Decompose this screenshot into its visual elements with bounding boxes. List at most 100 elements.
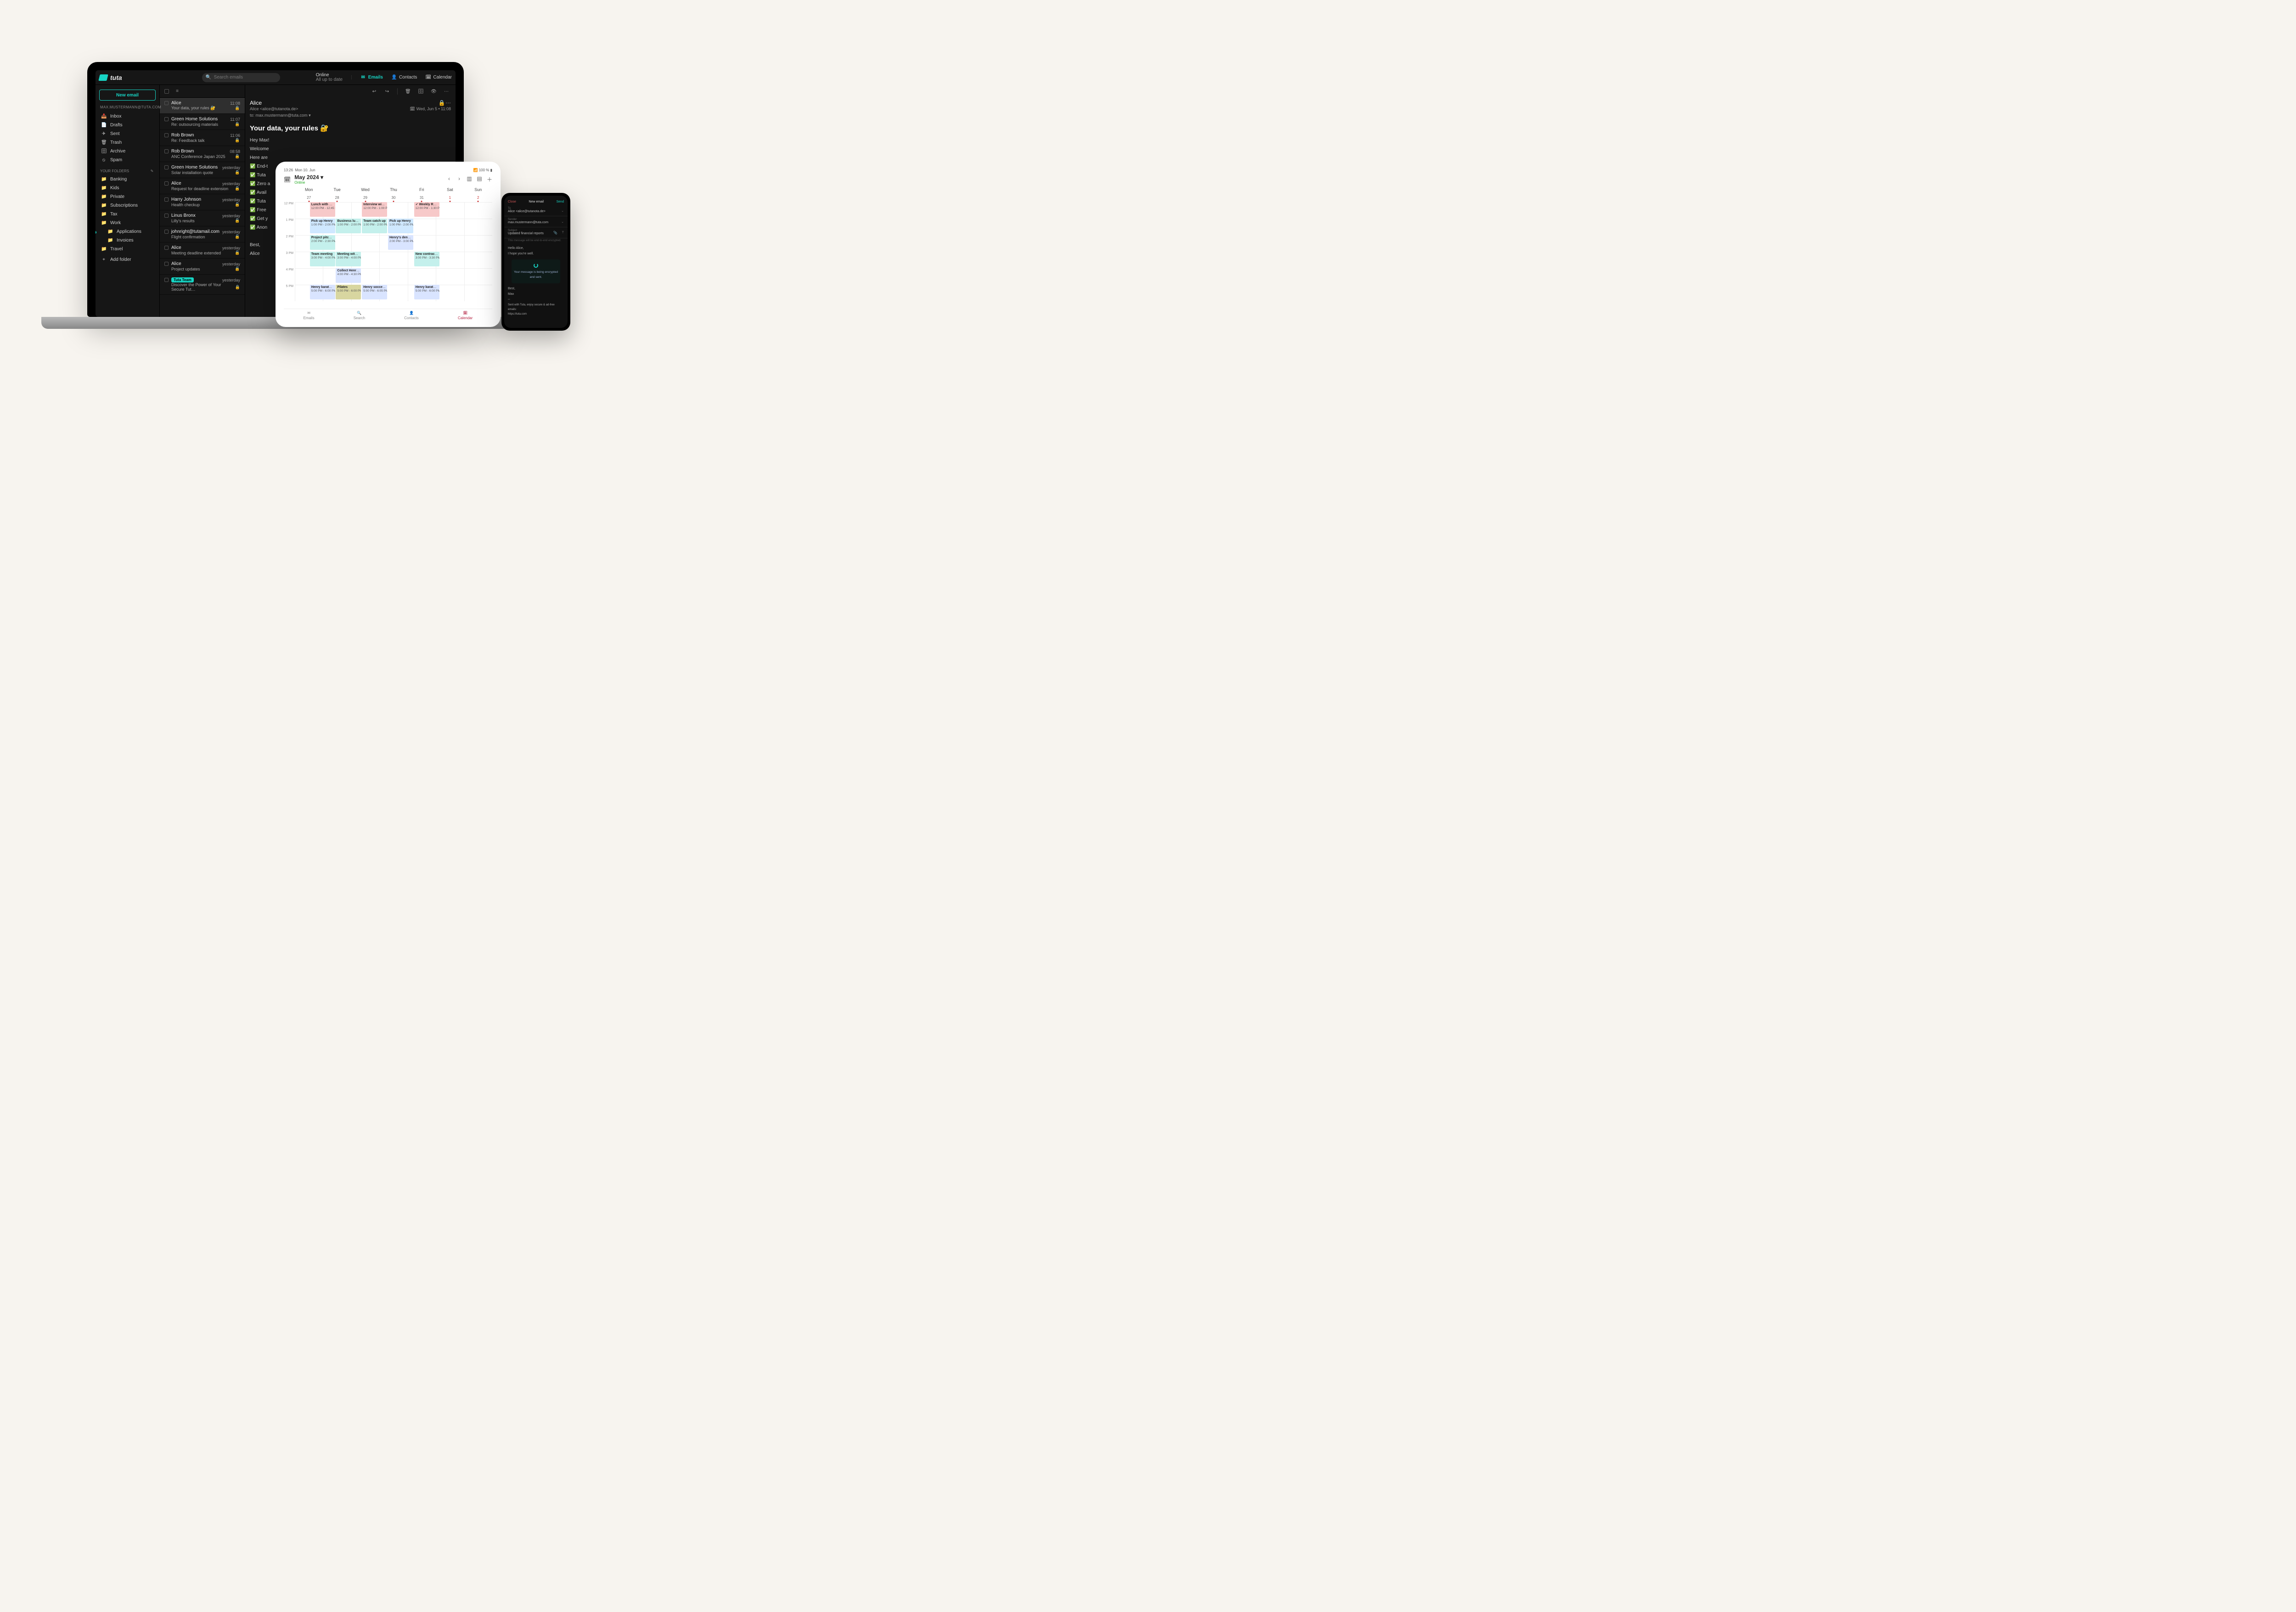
compose-body[interactable]: Hello Alice, I hope you're well. Your me…	[504, 243, 568, 328]
delete-icon[interactable]: 🗑	[405, 89, 411, 94]
unread-icon[interactable]: 👁	[431, 89, 436, 94]
mail-item[interactable]: Alice yesterday Meeting deadline extende…	[160, 242, 245, 259]
cal-slot[interactable]	[436, 219, 464, 235]
mail-item[interactable]: Rob Brown 08:58 ANC Conference Japan 202…	[160, 146, 245, 162]
cal-daynum[interactable]: 30	[379, 196, 407, 202]
folder-travel[interactable]: 📁Travel	[99, 245, 156, 254]
reply-icon[interactable]: ↩	[371, 89, 377, 94]
reader-menu-icon[interactable]: ⋯	[445, 100, 451, 106]
calendar-event[interactable]: Henry karate class5:00 PM - 6:00 PM	[310, 285, 335, 299]
calendar-event[interactable]: Project pitch meeting2:00 PM - 2:30 PM	[310, 235, 335, 250]
cal-daynum[interactable]: 29	[351, 196, 379, 202]
cal-slot[interactable]	[408, 268, 436, 285]
folder-private[interactable]: 📁Private	[99, 192, 156, 201]
add-folder[interactable]: + Add folder	[99, 255, 156, 264]
calendar-event[interactable]: ✓ Weekly Report12:00 PM - 1:30 PM	[414, 202, 439, 217]
nav-calendar[interactable]: 🗓 Calendar	[425, 75, 452, 80]
cal-prev-icon[interactable]: ‹	[446, 175, 452, 183]
compose-button[interactable]: New email	[99, 90, 156, 101]
folder-work[interactable]: 📁Work	[99, 219, 156, 227]
calendar-event[interactable]: Team meeting3:00 PM - 4:00 PM	[310, 252, 335, 266]
calendar-month[interactable]: May 2024	[294, 174, 319, 180]
calendar-event[interactable]: Team catch up1:00 PM - 2:00 PM	[362, 219, 387, 233]
mail-checkbox[interactable]	[164, 165, 169, 169]
close-button[interactable]: Close	[508, 200, 516, 203]
filter-icon[interactable]: ≡	[174, 89, 180, 94]
mail-item[interactable]: Alice yesterday Project updates 🔒	[160, 259, 245, 275]
folder-spam[interactable]: ⦸Spam	[99, 156, 156, 164]
cal-slot[interactable]	[379, 268, 407, 285]
cal-today-icon[interactable]: ▥	[467, 175, 472, 183]
mail-item[interactable]: Green Home Solutions 11:07 Re: outsourci…	[160, 114, 245, 130]
cal-next-icon[interactable]: ›	[456, 175, 462, 183]
folder-banking[interactable]: 📁Banking	[99, 175, 156, 184]
calendar-event[interactable]: Business lunch @ The Harp1:00 PM - 2:00 …	[336, 219, 361, 233]
calendar-event[interactable]: Pick up Henry1:00 PM - 2:00 PM	[388, 219, 413, 233]
calendar-event[interactable]: Collect Henry from …4:00 PM - 4:30 PM	[336, 268, 361, 283]
folder-invoices[interactable]: 📁Invoices	[99, 236, 156, 245]
mail-checkbox[interactable]	[164, 262, 169, 266]
cal-slot[interactable]	[436, 285, 464, 301]
mail-checkbox[interactable]	[164, 214, 169, 218]
to-field[interactable]: To Alice <alice@tutanota.de> ⌄	[504, 205, 568, 216]
cal-daynum[interactable]: 28	[323, 196, 351, 202]
calendar-event[interactable]: Meeting with Joe3:00 PM - 4:00 PM	[336, 252, 361, 266]
cal-slot[interactable]	[295, 268, 323, 285]
cal-daynum[interactable]: 2	[464, 196, 492, 202]
calendar-event[interactable]: Henry's dentist appointment2:00 PM - 3:0…	[388, 235, 413, 250]
select-all-checkbox[interactable]	[164, 89, 169, 94]
folder-kids[interactable]: 📁Kids	[99, 184, 156, 192]
folder-subscriptions[interactable]: 📁Subscriptions	[99, 201, 156, 210]
tab-contacts[interactable]: 👤 Contacts	[404, 311, 419, 322]
tab-search[interactable]: 🔍 Search	[354, 311, 365, 322]
folder-archive[interactable]: 🗄Archive	[99, 147, 156, 156]
cal-slot[interactable]	[436, 268, 464, 285]
reader-to-line[interactable]: to: max.mustermann@tuta.com ▾	[250, 113, 311, 119]
mail-checkbox[interactable]	[164, 117, 169, 121]
mail-checkbox[interactable]	[164, 181, 169, 186]
search-input[interactable]: 🔍 Search emails	[202, 73, 280, 82]
calendar-event[interactable]: Henry soccer practice5:00 PM - 6:05 PM	[362, 285, 387, 299]
mail-checkbox[interactable]	[164, 149, 169, 153]
mail-checkbox[interactable]	[164, 133, 169, 137]
calendar-event[interactable]: Interview with Alexa12:00 PM - 1:00 PM	[362, 202, 387, 217]
cal-slot[interactable]	[379, 252, 407, 268]
cal-slot[interactable]	[464, 219, 492, 235]
mail-checkbox[interactable]	[164, 230, 169, 234]
calendar-event[interactable]: Henry karate class5:00 PM - 6:00 PM	[414, 285, 439, 299]
cal-slot[interactable]	[464, 235, 492, 252]
chevron-down-icon[interactable]: ⌄	[561, 209, 564, 213]
cal-slot[interactable]	[464, 252, 492, 268]
mail-item[interactable]: Alice yesterday Request for deadline ext…	[160, 178, 245, 194]
cal-daynum[interactable]: 31	[408, 196, 436, 202]
mail-checkbox[interactable]	[164, 101, 169, 105]
cal-slot[interactable]	[464, 202, 492, 219]
attach-icon[interactable]: 📎	[553, 231, 557, 235]
mail-item[interactable]: Harry Johnson yesterday Health checkup 🔒	[160, 194, 245, 210]
mail-item[interactable]: Tuta Team yesterday Discover the Power o…	[160, 275, 245, 295]
cal-daynum[interactable]: 27	[295, 196, 323, 202]
mail-item[interactable]: Linus Bronx yesterday Lilly's results 🔒	[160, 210, 245, 226]
calendar-event[interactable]: Pick up Henry1:00 PM - 2:00 PM	[310, 219, 335, 233]
mail-item[interactable]: Green Home Solutions yesterday Solar ins…	[160, 162, 245, 178]
folder-trash[interactable]: 🗑Trash	[99, 138, 156, 147]
folder-applications[interactable]: 📁Applications	[99, 227, 156, 236]
tab-emails[interactable]: ✉ Emails	[304, 311, 315, 322]
cal-slot[interactable]	[464, 285, 492, 301]
edit-icon[interactable]: ✎	[149, 169, 155, 173]
format-icon[interactable]: T	[562, 231, 564, 234]
forward-icon[interactable]: ↪	[384, 89, 390, 94]
mail-item[interactable]: Alice 11:08 Your data, your rules 🔐 🔒	[160, 98, 245, 114]
cal-slot[interactable]	[436, 235, 464, 252]
mail-item[interactable]: johnright@tutamail.com yesterday Flight …	[160, 226, 245, 242]
mail-checkbox[interactable]	[164, 197, 169, 202]
folder-sent[interactable]: ✈Sent	[99, 130, 156, 138]
chevron-down-icon[interactable]: ⌄	[561, 220, 564, 224]
cal-add-icon[interactable]: ＋	[487, 175, 492, 183]
archive-icon[interactable]: 🗄	[418, 89, 423, 94]
nav-contacts[interactable]: 👤 Contacts	[391, 75, 417, 80]
cal-slot[interactable]	[351, 235, 379, 252]
tab-calendar[interactable]: 🗓 Calendar	[458, 311, 473, 322]
mail-item[interactable]: Rob Brown 11:06 Re: Feedback talk 🔒	[160, 130, 245, 146]
more-icon[interactable]: ⋯	[444, 89, 449, 94]
